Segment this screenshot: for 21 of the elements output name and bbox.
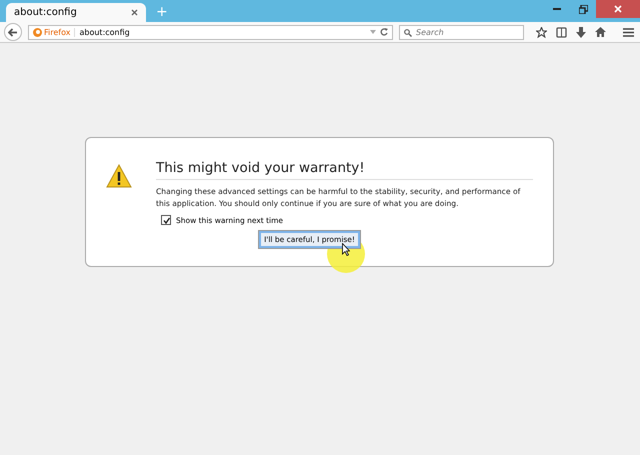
back-button[interactable] bbox=[4, 23, 22, 41]
download-icon[interactable] bbox=[576, 26, 586, 38]
cursor-icon bbox=[342, 243, 350, 256]
close-window-button[interactable] bbox=[596, 0, 640, 18]
checkbox[interactable] bbox=[161, 215, 171, 225]
search-field[interactable]: Search bbox=[399, 24, 524, 40]
identity-label: Firefox bbox=[44, 28, 70, 36]
home-icon[interactable] bbox=[595, 27, 606, 37]
back-arrow-icon bbox=[8, 28, 18, 36]
warning-icon bbox=[106, 164, 132, 188]
warning-title: This might void your warranty! bbox=[156, 160, 533, 180]
restore-icon[interactable] bbox=[578, 4, 588, 14]
close-tab-icon[interactable] bbox=[131, 9, 138, 16]
reload-icon[interactable] bbox=[380, 28, 388, 36]
url-text: about:config bbox=[79, 28, 131, 36]
tab[interactable]: about:config bbox=[6, 3, 146, 22]
reading-list-icon[interactable] bbox=[556, 26, 567, 38]
close-icon bbox=[614, 5, 622, 13]
star-icon[interactable] bbox=[536, 26, 547, 38]
address-bar[interactable]: Firefox about:config bbox=[28, 24, 393, 40]
menu-icon[interactable] bbox=[623, 28, 634, 36]
